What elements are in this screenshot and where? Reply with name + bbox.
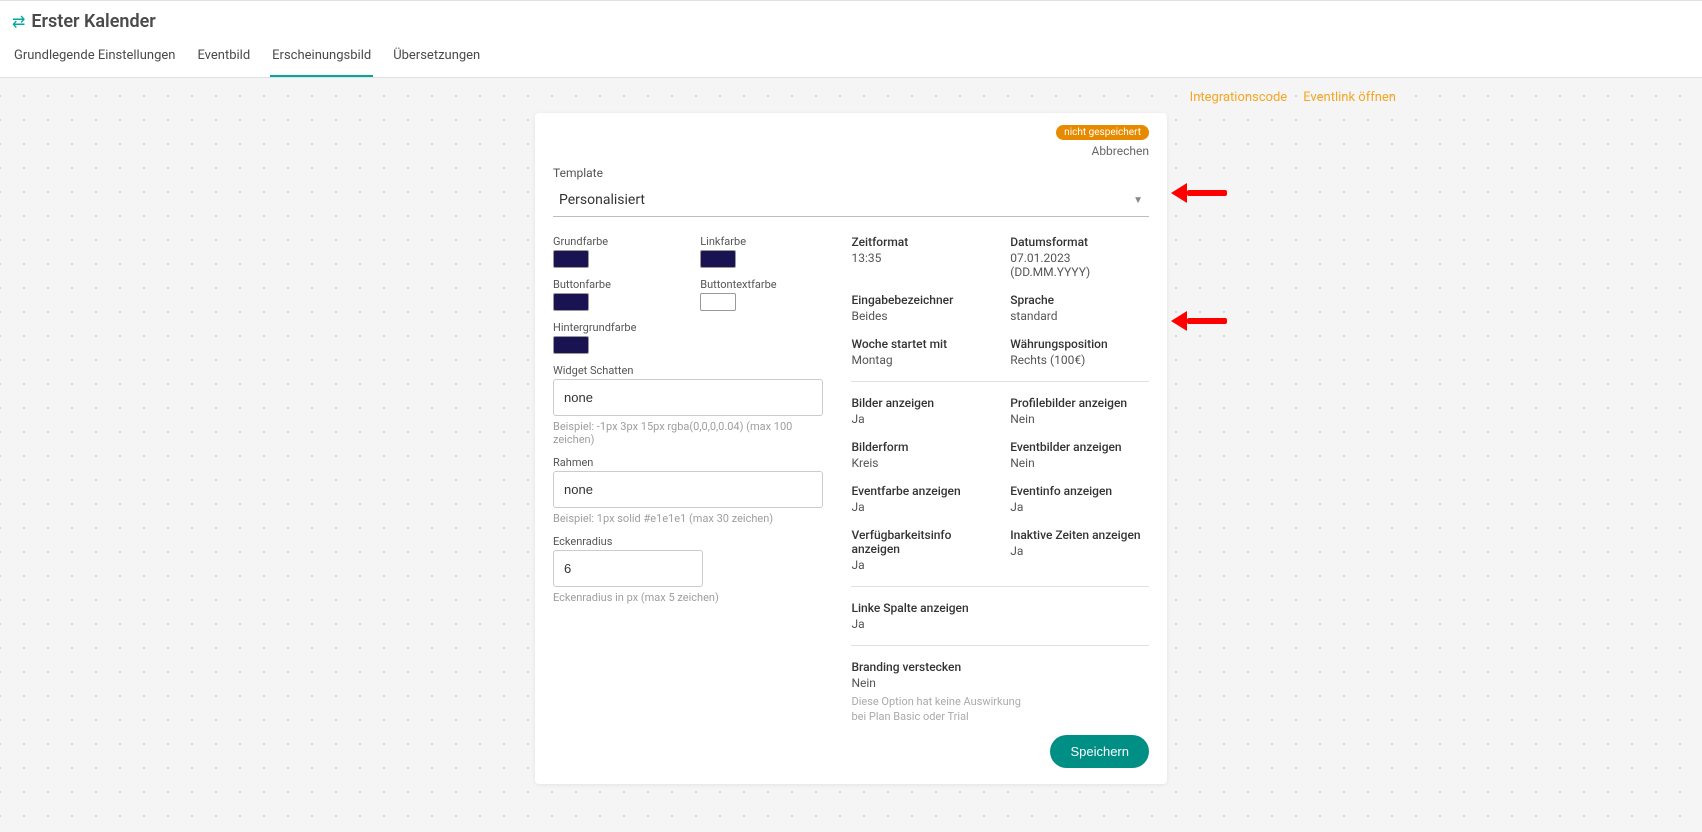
info-zeitformat[interactable]: Zeitformat 13:35 — [851, 235, 990, 279]
template-value: Personalisiert — [559, 192, 645, 208]
left-column: Grundfarbe Linkfarbe Buttonfarbe Buttont… — [553, 235, 823, 768]
frame-input[interactable] — [553, 471, 823, 508]
info-wahrung[interactable]: Währungsposition Rechts (100€) — [1010, 337, 1149, 367]
info-profilbilder[interactable]: Profilebilder anzeigen Nein — [1010, 396, 1149, 426]
info-branding[interactable]: Branding verstecken Nein Diese Option ha… — [851, 660, 1149, 725]
info-eventinfo[interactable]: Eventinfo anzeigen Ja — [1010, 484, 1149, 514]
info-linke-spalte[interactable]: Linke Spalte anzeigen Ja — [851, 601, 990, 631]
template-label: Template — [553, 166, 1149, 180]
branding-note: Diese Option hat keine Auswirkung bei Pl… — [851, 694, 1031, 725]
cancel-link[interactable]: Abbrechen — [1091, 144, 1149, 158]
corner-input[interactable] — [553, 550, 703, 587]
chevron-down-icon: ▼ — [1133, 195, 1143, 206]
page-header: ⇄ Erster Kalender Grundlegende Einstellu… — [0, 0, 1702, 78]
annotation-arrow-wahrung — [1171, 311, 1227, 331]
link-integrationscode[interactable]: Integrationscode — [1190, 90, 1288, 105]
info-bilder[interactable]: Bilder anzeigen Ja — [851, 396, 990, 426]
corner-label: Eckenradius — [553, 535, 823, 548]
tab-grundlegende[interactable]: Grundlegende Einstellungen — [12, 38, 177, 77]
info-sprache[interactable]: Sprache standard — [1010, 293, 1149, 323]
info-verfug[interactable]: Verfügbarkeitsinfo anzeigen Ja — [851, 528, 990, 572]
right-column: Zeitformat 13:35 Datumsformat 07.01.2023… — [847, 235, 1149, 768]
widget-shadow-hint: Beispiel: -1px 3px 15px rgba(0,0,0,0.04)… — [553, 420, 823, 446]
info-eventbilder[interactable]: Eventbilder anzeigen Nein — [1010, 440, 1149, 470]
unsaved-badge: nicht gespeichert — [1056, 125, 1149, 140]
tab-eventbild[interactable]: Eventbild — [195, 38, 252, 77]
template-select[interactable]: Personalisiert ▼ — [553, 184, 1149, 217]
tab-erscheinungsbild[interactable]: Erscheinungsbild — [270, 38, 373, 77]
info-inaktiv[interactable]: Inaktive Zeiten anzeigen Ja — [1010, 528, 1149, 572]
hintergrund-label: Hintergrundfarbe — [553, 321, 676, 334]
buttonfarbe-swatch[interactable] — [553, 293, 589, 311]
corner-hint: Eckenradius in px (max 5 zeichen) — [553, 591, 823, 604]
settings-columns: Grundfarbe Linkfarbe Buttonfarbe Buttont… — [553, 235, 1149, 768]
linkfarbe-swatch[interactable] — [700, 250, 736, 268]
title-row: ⇄ Erster Kalender — [0, 1, 1702, 38]
buttontext-label: Buttontextfarbe — [700, 278, 823, 291]
hintergrund-swatch[interactable] — [553, 336, 589, 354]
annotation-arrow-template — [1171, 183, 1227, 203]
info-bildform[interactable]: Bilderform Kreis — [851, 440, 990, 470]
separator — [851, 381, 1149, 382]
swap-icon: ⇄ — [12, 12, 25, 31]
grundfarbe-label: Grundfarbe — [553, 235, 676, 248]
card-top: nicht gespeichert Abbrechen — [553, 125, 1149, 158]
settings-card: nicht gespeichert Abbrechen Template Per… — [535, 113, 1167, 784]
linkfarbe-label: Linkfarbe — [700, 235, 823, 248]
frame-label: Rahmen — [553, 456, 823, 469]
link-eventlink[interactable]: Eventlink öffnen — [1303, 90, 1396, 105]
page-links: Integrationscode Eventlink öffnen — [296, 90, 1406, 105]
save-button[interactable]: Speichern — [1050, 735, 1149, 768]
buttonfarbe-label: Buttonfarbe — [553, 278, 676, 291]
separator — [851, 645, 1149, 646]
grundfarbe-swatch[interactable] — [553, 250, 589, 268]
info-eventfarbe[interactable]: Eventfarbe anzeigen Ja — [851, 484, 990, 514]
frame-hint: Beispiel: 1px solid #e1e1e1 (max 30 zeic… — [553, 512, 823, 525]
widget-shadow-input[interactable] — [553, 379, 823, 416]
page-title: Erster Kalender — [31, 11, 155, 32]
widget-shadow-label: Widget Schatten — [553, 364, 823, 377]
info-datumsformat[interactable]: Datumsformat 07.01.2023 (DD.MM.YYYY) — [1010, 235, 1149, 279]
buttontext-swatch[interactable] — [700, 293, 736, 311]
separator — [851, 586, 1149, 587]
info-woche[interactable]: Woche startet mit Montag — [851, 337, 990, 367]
info-eingabe[interactable]: Eingabebezeichner Beides — [851, 293, 990, 323]
tab-uebersetzungen[interactable]: Übersetzungen — [391, 38, 482, 77]
tabs: Grundlegende Einstellungen Eventbild Ers… — [0, 38, 1702, 77]
